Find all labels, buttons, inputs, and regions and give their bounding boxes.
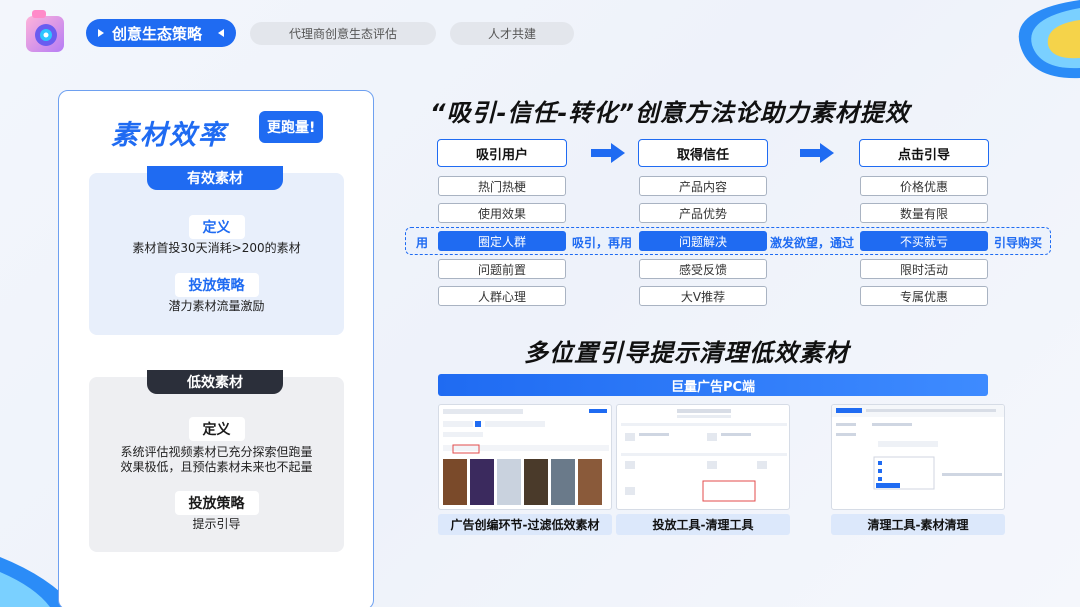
cell-item: 价格优惠 <box>860 176 988 196</box>
cell-item: 使用效果 <box>438 203 566 223</box>
nav-tab-creative-strategy[interactable]: 创意生态策略 <box>86 19 236 47</box>
camera-cube-icon <box>26 10 64 52</box>
definition-text: 素材首投30天消耗>200的素材 <box>132 241 301 255</box>
cell-item: 产品内容 <box>639 176 767 196</box>
cell-item: 限时活动 <box>860 259 988 279</box>
definition-text-line2: 效果极低，且预估素材未来也不起量 <box>120 460 313 474</box>
decorative-swirl-icon <box>1018 0 1080 79</box>
caption-delivery-tool: 投放工具-清理工具 <box>616 514 790 535</box>
caption-cleanup-tool: 清理工具-素材清理 <box>831 514 1005 535</box>
caption-creative: 广告创编环节-过滤低效素材 <box>438 514 612 535</box>
band-text-4: 引导购买 <box>994 236 1043 250</box>
nav-tab-agency-eval[interactable]: 代理商创意生态评估 <box>250 22 436 45</box>
nav-tab-talent[interactable]: 人才共建 <box>450 22 574 45</box>
effective-header: 有效素材 <box>147 166 283 190</box>
card-title: 素材效率 <box>111 120 227 151</box>
strategy-label: 投放策略 <box>174 491 259 515</box>
cell-item: 产品优势 <box>639 203 767 223</box>
play-icon <box>98 29 104 37</box>
cell-item: 大V推荐 <box>639 286 767 306</box>
definition-text-line1: 系统评估视频素材已充分探索但跑量 <box>120 445 313 459</box>
cell-item: 热门热梗 <box>438 176 566 196</box>
column-head-trust: 取得信任 <box>638 139 768 167</box>
strategy-text: 提示引导 <box>192 517 241 531</box>
strategy-label: 投放策略 <box>174 273 259 297</box>
column-head-attract: 吸引用户 <box>437 139 567 167</box>
strategy-text: 潜力素材流量激励 <box>168 299 265 313</box>
material-efficiency-card: 素材效率 更跑量! 有效素材 定义 素材首投30天消耗>200的素材 投放策略 … <box>58 90 374 607</box>
band-text-2: 吸引，再用 <box>572 236 633 250</box>
cell-item: 感受反馈 <box>639 259 767 279</box>
pc-platform-bar: 巨量广告PC端 <box>438 374 988 396</box>
definition-label: 定义 <box>188 417 245 441</box>
cell-item-highlight: 不买就亏 <box>860 231 988 251</box>
card-tag-badge: 更跑量! <box>259 111 324 143</box>
low-efficiency-header: 低效素材 <box>147 370 283 394</box>
band-text-1: 用 <box>416 236 429 250</box>
column-head-click: 点击引导 <box>859 139 989 167</box>
cell-item-highlight: 圈定人群 <box>438 231 566 251</box>
back-icon <box>218 29 224 37</box>
nav-active-label: 创意生态策略 <box>112 24 203 43</box>
arrow-right-icon <box>591 143 625 163</box>
band-text-3: 激发欲望，通过 <box>770 236 855 250</box>
effective-material-box: 有效素材 定义 素材首投30天消耗>200的素材 投放策略 潜力素材流量激励 <box>89 166 344 335</box>
cleanup-heading: 多位置引导提示清理低效素材 <box>524 339 849 367</box>
screenshot-thumbnail-delivery-tool <box>616 404 790 510</box>
cell-item-highlight: 问题解决 <box>639 231 767 251</box>
low-efficiency-material-box: 低效素材 定义 系统评估视频素材已充分探索但跑量 效果极低，且预估素材未来也不起… <box>89 370 344 552</box>
cell-item: 数量有限 <box>860 203 988 223</box>
methodology-heading: “吸引-信任-转化”创意方法论助力素材提效 <box>430 99 910 127</box>
cell-item: 专属优惠 <box>860 286 988 306</box>
screenshot-thumbnail-creative <box>438 404 612 510</box>
cell-item: 人群心理 <box>438 286 566 306</box>
screenshot-thumbnail-cleanup-tool <box>831 404 1005 510</box>
arrow-right-icon <box>800 143 834 163</box>
cell-item: 问题前置 <box>438 259 566 279</box>
definition-label: 定义 <box>188 215 245 239</box>
